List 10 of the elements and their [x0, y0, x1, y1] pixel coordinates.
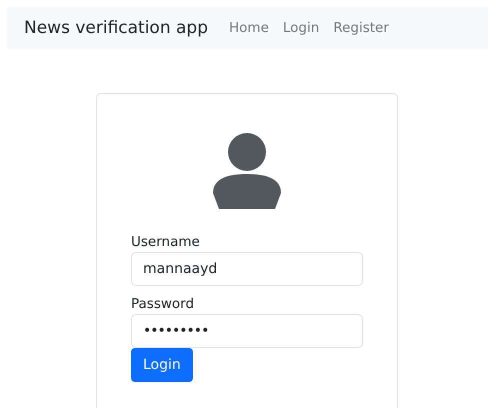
nav-link[interactable]: Register [333, 20, 389, 36]
login-button[interactable]: Login [131, 348, 193, 382]
field-label: Password [131, 295, 196, 313]
username-field[interactable]: mannaayd [131, 252, 363, 286]
nav-link[interactable]: Home [229, 20, 269, 36]
nav-link[interactable]: Login [282, 20, 320, 36]
app-brand[interactable]: News verification app [24, 18, 208, 38]
password-field[interactable]: ••••••••• [131, 314, 363, 348]
field-label: Username [131, 233, 201, 251]
user-avatar-icon [213, 133, 281, 209]
